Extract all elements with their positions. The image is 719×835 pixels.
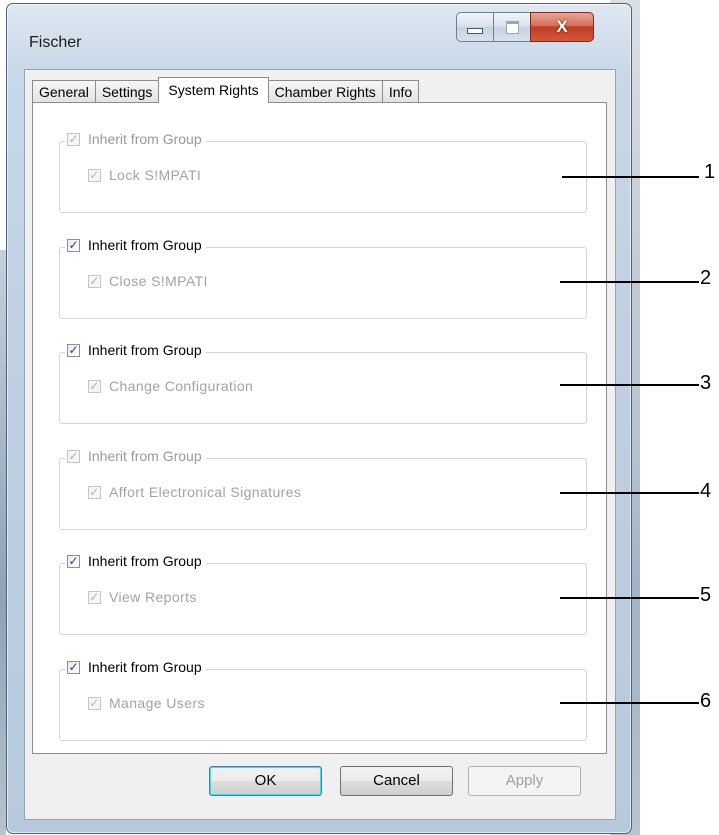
- inherit-from-group-checkbox-1: ✓ Inherit from Group: [65, 131, 206, 147]
- lock-simpati-checkbox: ✓ Lock S!MPATI: [88, 167, 201, 183]
- maximize-button[interactable]: [493, 12, 530, 42]
- inherit-label: Inherit from Group: [88, 553, 202, 569]
- checkbox-checked-icon: ✓: [88, 273, 101, 288]
- group-close-simpati: ✓ Inherit from Group ✓ Close S!MPATI: [59, 237, 587, 319]
- checkbox-checked-icon[interactable]: ✓: [67, 660, 80, 674]
- title-bar-buttons: X: [456, 12, 594, 42]
- callout-line-5: [560, 597, 699, 599]
- inherit-from-group-checkbox-2[interactable]: ✓ Inherit from Group: [65, 237, 206, 253]
- callout-number-4: 4: [700, 480, 712, 502]
- dialog-client-area: General Settings System Rights Chamber R…: [24, 69, 616, 820]
- callout-number-6: 6: [700, 690, 712, 712]
- checkbox-checked-icon: ✓: [88, 167, 101, 182]
- inherit-from-group-checkbox-5[interactable]: ✓ Inherit from Group: [65, 553, 206, 569]
- inherit-from-group-checkbox-4: ✓ Inherit from Group: [65, 448, 206, 464]
- callout-line-3: [560, 384, 699, 386]
- checkbox-checked-icon[interactable]: ✓: [67, 343, 80, 357]
- tab-general[interactable]: General: [32, 80, 96, 103]
- close-button[interactable]: X: [530, 12, 594, 42]
- right-label: Manage Users: [109, 695, 205, 711]
- minimize-icon: [467, 28, 483, 34]
- window-title: Fischer: [29, 34, 82, 51]
- inherit-label: Inherit from Group: [88, 342, 202, 358]
- callout-line-1: [562, 176, 699, 178]
- change-configuration-checkbox: ✓ Change Configuration: [88, 378, 253, 394]
- group-change-configuration: ✓ Inherit from Group ✓ Change Configurat…: [59, 342, 587, 424]
- tab-system-rights[interactable]: System Rights: [158, 77, 269, 103]
- manage-users-checkbox: ✓ Manage Users: [88, 695, 205, 711]
- group-electronic-signatures: ✓ Inherit from Group ✓ Affort Electronic…: [59, 448, 587, 530]
- inherit-label: Inherit from Group: [88, 448, 202, 464]
- checkbox-checked-icon: ✓: [88, 378, 101, 393]
- checkbox-checked-icon: ✓: [67, 131, 80, 146]
- callout-line-4: [560, 492, 699, 494]
- checkbox-checked-icon: ✓: [88, 484, 101, 499]
- minimize-button[interactable]: [456, 12, 493, 42]
- right-label: Affort Electronical Signatures: [109, 484, 302, 500]
- cancel-button[interactable]: Cancel: [340, 766, 453, 796]
- callout-number-2: 2: [700, 267, 712, 289]
- inherit-from-group-checkbox-6[interactable]: ✓ Inherit from Group: [65, 659, 206, 675]
- checkbox-checked-icon: ✓: [67, 448, 80, 463]
- tab-settings[interactable]: Settings: [94, 80, 160, 103]
- group-lock-simpati: ✓ Inherit from Group ✓ Lock S!MPATI: [59, 131, 587, 213]
- inherit-from-group-checkbox-3[interactable]: ✓ Inherit from Group: [65, 342, 206, 358]
- callout-number-3: 3: [700, 372, 712, 394]
- checkbox-checked-icon: ✓: [88, 695, 101, 710]
- electronic-signatures-checkbox: ✓ Affort Electronical Signatures: [88, 484, 301, 500]
- tab-info[interactable]: Info: [381, 80, 420, 103]
- close-simpati-checkbox: ✓ Close S!MPATI: [88, 273, 208, 289]
- checkbox-checked-icon[interactable]: ✓: [67, 554, 80, 568]
- group-view-reports: ✓ Inherit from Group ✓ View Reports: [59, 553, 587, 635]
- callout-line-2: [560, 281, 699, 283]
- right-label: Close S!MPATI: [109, 273, 208, 289]
- system-rights-panel: ✓ Inherit from Group ✓ Lock S!MPATI ✓ In…: [32, 102, 607, 754]
- maximize-icon: [505, 20, 519, 34]
- inherit-label: Inherit from Group: [88, 659, 202, 675]
- callout-number-5: 5: [700, 584, 712, 606]
- right-label: View Reports: [109, 589, 197, 605]
- right-label: Lock S!MPATI: [109, 167, 202, 183]
- inherit-label: Inherit from Group: [88, 237, 202, 253]
- callout-number-1: 1: [704, 161, 716, 183]
- right-label: Change Configuration: [109, 378, 254, 394]
- tab-strip: General Settings System Rights Chamber R…: [32, 77, 420, 103]
- view-reports-checkbox: ✓ View Reports: [88, 589, 197, 605]
- tab-chamber-rights[interactable]: Chamber Rights: [267, 80, 383, 103]
- inherit-label: Inherit from Group: [88, 131, 202, 147]
- checkbox-checked-icon[interactable]: ✓: [67, 238, 80, 252]
- close-icon: X: [556, 17, 568, 36]
- checkbox-checked-icon: ✓: [88, 589, 101, 604]
- callout-line-6: [560, 702, 699, 704]
- ok-button[interactable]: OK: [209, 766, 322, 796]
- apply-button: Apply: [468, 766, 581, 796]
- group-manage-users: ✓ Inherit from Group ✓ Manage Users: [59, 659, 587, 741]
